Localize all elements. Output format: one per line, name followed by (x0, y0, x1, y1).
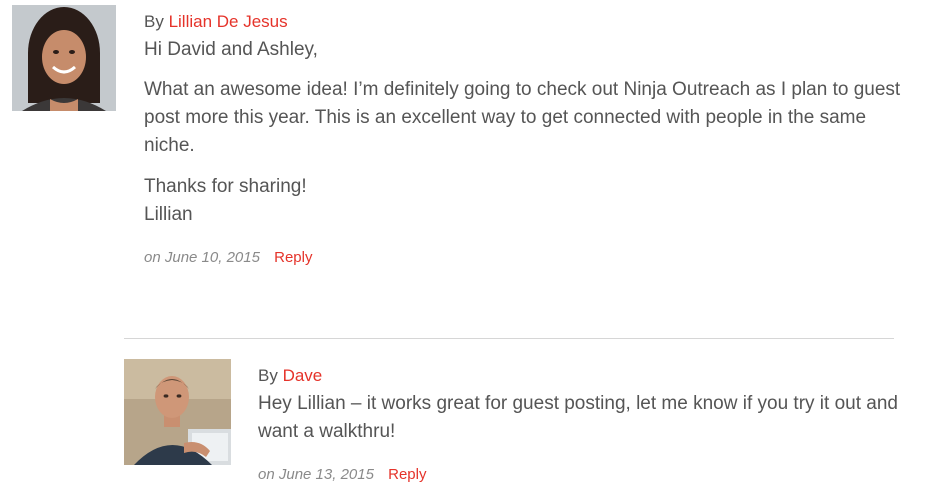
avatar-photo-man-icon (124, 359, 231, 465)
comment-paragraph: Hi David and Ashley, (144, 39, 318, 60)
comment-paragraph: What an awesome idea! I’m definitely goi… (144, 79, 901, 156)
avatar-lillian (12, 5, 116, 111)
avatar-dave (124, 359, 231, 465)
comment-byline: By Lillian De Jesus (144, 12, 288, 32)
comment-paragraph: Hey Lillian – it works great for guest p… (258, 393, 898, 442)
comment-paragraph: Thanks for sharing! (144, 176, 307, 197)
comment-divider (124, 338, 894, 339)
comment-body: Hi David and Ashley, What an awesome ide… (144, 36, 904, 229)
comment-meta: on June 13, 2015 Reply (258, 465, 426, 485)
reply-link[interactable]: Reply (388, 466, 426, 483)
comment-meta: on June 10, 2015 Reply (144, 248, 312, 268)
author-link[interactable]: Lillian De Jesus (169, 12, 288, 31)
comment-date: on June 13, 2015 (258, 466, 374, 483)
comment-paragraph: Lillian (144, 204, 193, 225)
comment-byline: By Dave (258, 366, 322, 386)
comment-body: Hey Lillian – it works great for guest p… (258, 390, 908, 446)
by-label: By (258, 366, 278, 385)
by-label: By (144, 12, 164, 31)
author-link[interactable]: Dave (283, 366, 323, 385)
avatar-photo-woman-icon (12, 5, 116, 111)
reply-link[interactable]: Reply (274, 249, 312, 266)
comment-date: on June 10, 2015 (144, 249, 260, 266)
